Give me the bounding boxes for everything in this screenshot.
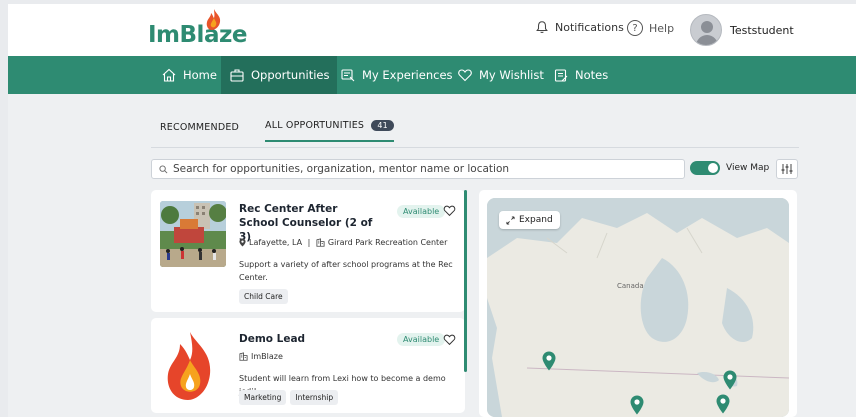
notifications-button[interactable]: Notifications bbox=[535, 20, 624, 34]
experiences-icon bbox=[341, 69, 355, 82]
logo-text: ImBlaze bbox=[148, 22, 247, 48]
organization-text: Girard Park Recreation Center bbox=[327, 238, 448, 247]
map-background bbox=[487, 198, 789, 417]
map-pin-icon[interactable] bbox=[723, 370, 737, 390]
tag: Marketing bbox=[239, 390, 287, 405]
map-region-label: Canada bbox=[617, 282, 644, 290]
location-text: Lafayette, LA bbox=[249, 238, 303, 247]
imblaze-logo[interactable]: ImBlaze bbox=[148, 9, 247, 48]
help-label: Help bbox=[649, 21, 675, 35]
wishlist-heart-icon[interactable] bbox=[443, 204, 456, 217]
search-icon bbox=[159, 164, 168, 173]
briefcase-icon bbox=[230, 69, 244, 82]
count-badge: 41 bbox=[371, 120, 394, 131]
filter-button[interactable] bbox=[776, 159, 798, 179]
page-frame: ImBlaze Notifications ? Help Teststudent bbox=[0, 0, 856, 417]
nav-item-my-experiences[interactable]: My Experiences bbox=[332, 56, 461, 94]
opportunity-tags: Child Care bbox=[239, 289, 288, 304]
nav-label: Home bbox=[183, 68, 217, 82]
list-scrollbar[interactable] bbox=[464, 190, 467, 372]
opportunity-description: Support a variety of after school progra… bbox=[239, 260, 453, 282]
help-button[interactable]: ? Help bbox=[627, 20, 674, 36]
tab-all-opportunities[interactable]: ALL OPPORTUNITIES 41 bbox=[265, 120, 394, 142]
tag: Internship bbox=[290, 390, 339, 405]
nav-label: My Wishlist bbox=[479, 68, 544, 82]
map-pin-icon[interactable] bbox=[542, 351, 556, 371]
organization-text: ImBlaze bbox=[251, 352, 283, 361]
nav-label: Opportunities bbox=[251, 68, 330, 82]
nav-label: My Experiences bbox=[362, 68, 453, 82]
map-pin-icon[interactable] bbox=[630, 395, 644, 415]
tab-recommended[interactable]: RECOMMENDED bbox=[160, 122, 239, 133]
building-icon bbox=[316, 238, 325, 247]
nav-item-my-wishlist[interactable]: My Wishlist bbox=[449, 56, 552, 94]
opportunity-meta: Lafayette, LA | Girard Park Recreation C… bbox=[239, 238, 447, 247]
flame-icon bbox=[206, 9, 221, 30]
user-menu[interactable]: Teststudent bbox=[690, 14, 794, 46]
sliders-icon bbox=[781, 164, 793, 174]
wishlist-heart-icon[interactable] bbox=[443, 333, 456, 346]
nav-item-home[interactable]: Home bbox=[153, 56, 225, 94]
opportunity-tags: Marketing Internship bbox=[239, 390, 339, 405]
main-nav: Home Opportunities My Experiences My Wis… bbox=[8, 56, 856, 94]
expand-icon bbox=[506, 215, 515, 225]
opportunity-image bbox=[160, 201, 226, 267]
search-placeholder: Search for opportunities, organization, … bbox=[173, 163, 510, 175]
building-icon bbox=[239, 352, 248, 361]
tab-label: ALL OPPORTUNITIES bbox=[265, 120, 365, 131]
tag: Child Care bbox=[239, 289, 288, 304]
view-map-toggle[interactable]: View Map bbox=[690, 161, 769, 175]
tab-label: RECOMMENDED bbox=[160, 122, 240, 133]
search-input[interactable]: Search for opportunities, organization, … bbox=[151, 159, 685, 179]
heart-icon bbox=[458, 69, 472, 82]
meta-divider: | bbox=[305, 238, 313, 247]
username: Teststudent bbox=[730, 23, 794, 37]
notes-icon bbox=[554, 69, 568, 82]
opportunity-title[interactable]: Demo Lead bbox=[239, 332, 379, 346]
flame-icon bbox=[167, 332, 211, 400]
nav-item-notes[interactable]: Notes bbox=[545, 56, 616, 94]
opportunity-map[interactable]: Expand Canada bbox=[487, 198, 789, 417]
location-pin-icon bbox=[239, 238, 246, 247]
nav-label: Notes bbox=[575, 68, 609, 82]
top-bar: ImBlaze Notifications ? Help Teststudent bbox=[8, 4, 856, 56]
opportunity-card[interactable]: Demo Lead Available ImBlaze Student will… bbox=[151, 318, 465, 413]
opportunity-card[interactable]: Rec Center After School Counselor (2 of … bbox=[151, 190, 465, 312]
bell-icon bbox=[536, 21, 548, 33]
map-pin-icon[interactable] bbox=[716, 394, 730, 414]
help-icon: ? bbox=[627, 20, 643, 36]
opportunity-meta: ImBlaze bbox=[239, 352, 283, 361]
expand-label: Expand bbox=[519, 215, 553, 225]
map-panel: Expand Canada bbox=[479, 190, 797, 417]
nav-item-opportunities[interactable]: Opportunities bbox=[221, 56, 338, 94]
avatar bbox=[690, 14, 722, 46]
opportunity-tabs: RECOMMENDED ALL OPPORTUNITIES 41 bbox=[151, 116, 799, 148]
opportunity-logo bbox=[160, 330, 220, 402]
notifications-label: Notifications bbox=[555, 20, 624, 34]
status-badge: Available bbox=[397, 333, 446, 346]
view-map-label: View Map bbox=[726, 163, 770, 173]
status-badge: Available bbox=[397, 205, 446, 218]
app-shell: ImBlaze Notifications ? Help Teststudent bbox=[8, 4, 856, 417]
toggle-switch[interactable] bbox=[690, 161, 720, 175]
expand-button[interactable]: Expand bbox=[499, 211, 560, 229]
home-icon bbox=[162, 68, 176, 82]
